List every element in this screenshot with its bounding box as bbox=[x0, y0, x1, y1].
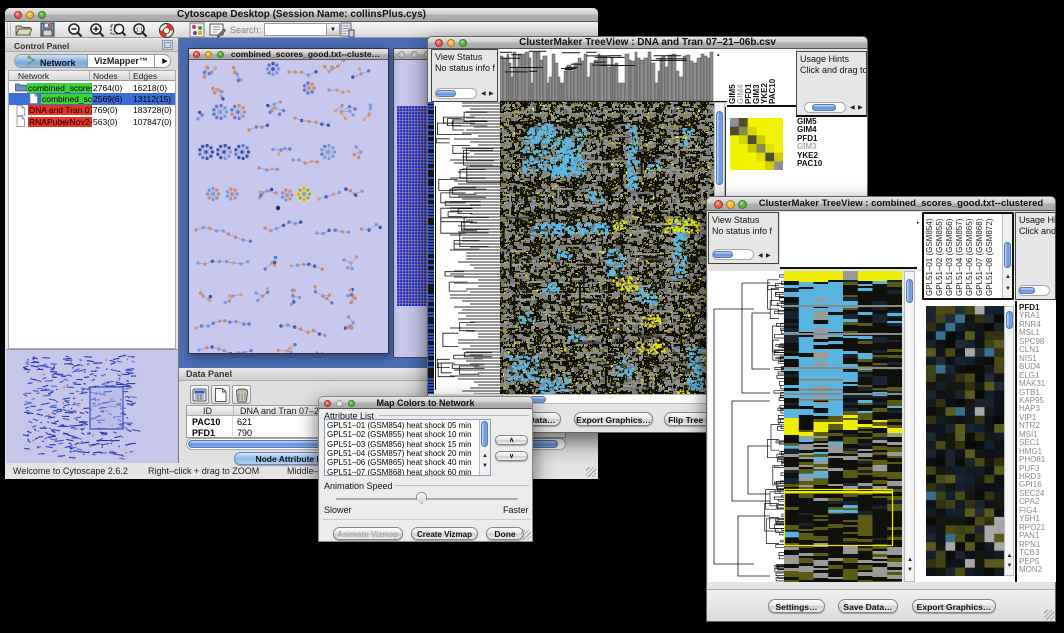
svg-text:1:1: 1:1 bbox=[136, 28, 144, 34]
